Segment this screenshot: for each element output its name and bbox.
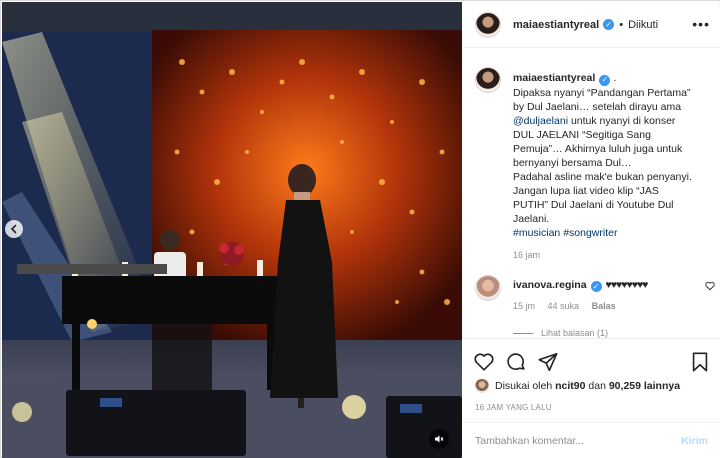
heart-icon[interactable] xyxy=(705,281,715,291)
comment-text: ♥♥♥♥♥♥♥♥ xyxy=(605,279,649,291)
liked-by-prefix: Disukai oleh xyxy=(495,380,556,392)
heart-icon[interactable] xyxy=(473,351,495,373)
bookmark-icon[interactable] xyxy=(689,351,711,373)
caption-suffix: . xyxy=(613,72,617,84)
comment-body: ivanova.regina ✓ ♥♥♥♥♥♥♥♥ xyxy=(513,279,713,292)
liked-by-row: Disukai oleh ncit90 dan 90,259 lainnya xyxy=(475,379,680,393)
caption-line: Dipaksa nyanyi “Pandangan Pertama” xyxy=(513,86,691,99)
caption-username[interactable]: maiaestiantyreal xyxy=(513,72,595,84)
post-header: maiaestiantyreal ✓ • Diikuti ••• xyxy=(463,2,720,48)
caption-line: bernyanyi bersama Dul… xyxy=(513,156,632,169)
caption-line: by Dul Jaelani… setelah dirayu ama xyxy=(513,100,682,113)
more-icon[interactable]: ••• xyxy=(692,16,710,32)
comment-icon[interactable] xyxy=(505,351,527,373)
view-replies-button[interactable]: Lihat balasan (1) xyxy=(513,328,608,338)
caption-line: Jaelani. xyxy=(513,212,550,225)
liked-by-middle: dan xyxy=(585,380,609,392)
author-username[interactable]: maiaestiantyreal xyxy=(513,19,599,31)
verified-icon: ✓ xyxy=(590,281,602,292)
replies-divider xyxy=(513,332,533,334)
comment-likes[interactable]: 44 suka xyxy=(548,301,580,311)
post-modal: maiaestiantyreal ✓ • Diikuti ••• maiaest… xyxy=(0,0,720,458)
caption-line: PUTIH” Dul Jaelani di Youtube Dul xyxy=(513,198,674,211)
comment-item: ivanova.regina ✓ ♥♥♥♥♥♥♥♥ 15 jm 44 suka Ba… xyxy=(475,275,715,325)
chevron-left-icon xyxy=(10,224,17,234)
caption-body: maiaestiantyreal ✓. Dipaksa nyanyi “Panda… xyxy=(513,71,715,262)
liker-avatar[interactable] xyxy=(475,379,489,393)
comments-section[interactable]: maiaestiantyreal ✓. Dipaksa nyanyi “Panda… xyxy=(463,49,720,338)
mute-toggle-button[interactable] xyxy=(429,429,449,449)
post-timestamp[interactable]: 16 JAM YANG LALU xyxy=(475,403,552,412)
post-actions: Disukai oleh ncit90 dan 90,259 lainnya 1… xyxy=(463,338,720,422)
caption-line: Padahal asline mak'e bukan penyanyi. xyxy=(513,170,692,183)
commenter-avatar[interactable] xyxy=(475,275,501,301)
add-comment-form: Kirim xyxy=(463,422,720,458)
hashtag-links[interactable]: #musician #songwriter xyxy=(513,226,715,240)
caption-line: Pemuja”… Akhirnya luluh juga untuk xyxy=(513,142,683,155)
liker-username[interactable]: ncit90 xyxy=(555,380,585,392)
author-avatar[interactable] xyxy=(475,11,501,38)
verified-icon: ✓ xyxy=(603,19,615,30)
reply-button[interactable]: Balas xyxy=(592,301,616,311)
caption-line: untuk nyanyi di konser xyxy=(568,114,676,127)
caption-author-avatar[interactable] xyxy=(475,67,501,93)
post-media[interactable] xyxy=(2,2,462,458)
share-icon[interactable] xyxy=(537,351,559,373)
likes-count-button[interactable]: 90,259 lainnya xyxy=(609,380,680,392)
post-side-panel: maiaestiantyreal ✓ • Diikuti ••• maiaest… xyxy=(463,2,720,458)
caption-line: DUL JAELANI “Segitiga Sang xyxy=(513,128,651,141)
comment-time[interactable]: 15 jm xyxy=(513,301,535,311)
follow-status-button[interactable]: Diikuti xyxy=(628,19,658,31)
volume-mute-icon xyxy=(435,435,444,443)
mention-link[interactable]: @duljaelani xyxy=(513,115,568,127)
view-replies-label: Lihat balasan (1) xyxy=(541,328,609,338)
commenter-username[interactable]: ivanova.regina xyxy=(513,279,587,291)
comment-meta: 15 jm 44 suka Balas xyxy=(513,301,626,311)
post-comment-button[interactable]: Kirim xyxy=(681,435,708,447)
header-separator: • xyxy=(619,18,624,31)
caption-timestamp[interactable]: 16 jam xyxy=(513,248,715,262)
concert-video-frame xyxy=(2,2,462,458)
comment-input[interactable] xyxy=(475,434,682,447)
previous-media-button[interactable] xyxy=(5,220,23,238)
verified-icon: ✓ xyxy=(599,74,611,86)
caption-line: Jangan lupa liat video klip “JAS xyxy=(513,184,659,197)
